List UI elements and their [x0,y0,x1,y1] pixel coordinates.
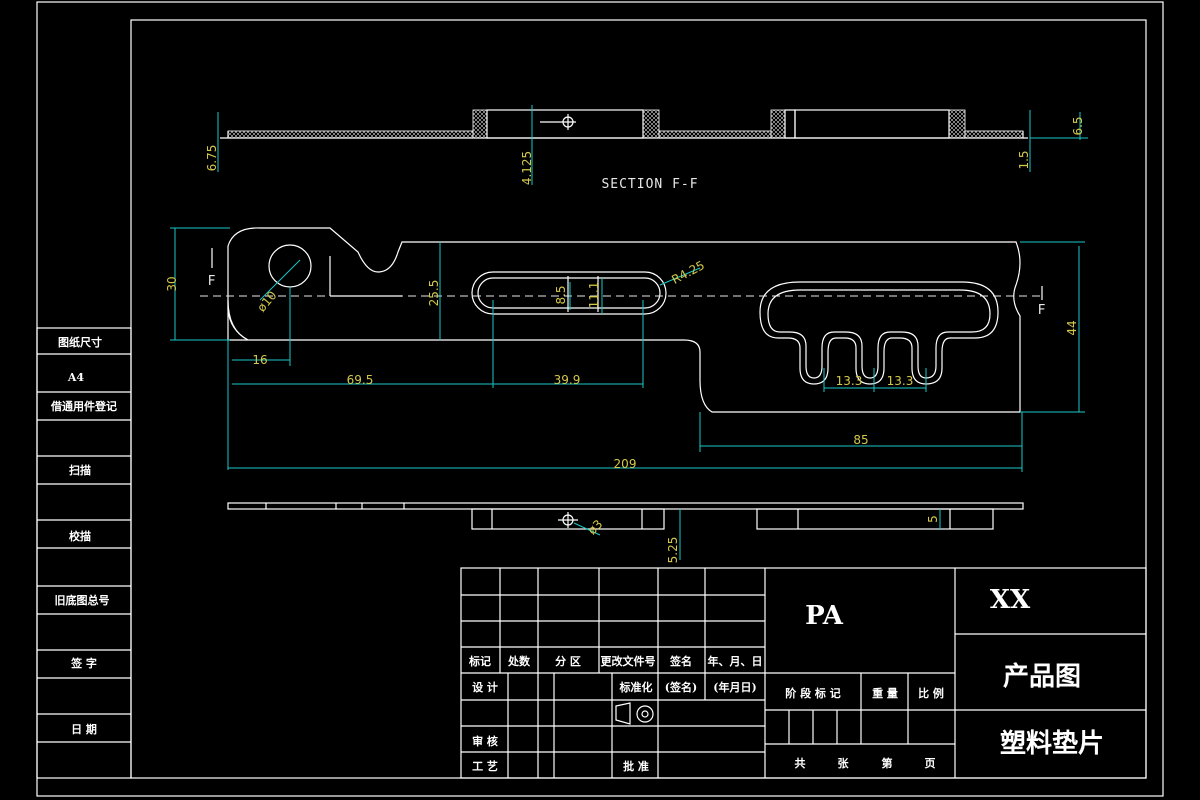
tb-review: 审 核 [472,734,498,748]
tb-header-count: 处数 [507,654,531,668]
side-cell-a4: A4 [67,371,85,384]
bottom-view [227,502,1024,560]
side-cell-date: 日 期 [71,722,97,736]
dim-height-25-5: 25.5 [427,280,441,307]
dim-thickness-6-75: 6.75 [205,145,219,172]
tb-number: 第 [882,756,893,770]
projection-symbol [615,702,654,725]
dim-slot-8-5: 8.5 [554,285,568,304]
dim-slot-11-1: 11.1 [587,282,601,309]
dim-radius-4-25: R4.25 [669,258,707,287]
tb-total: 共 [795,756,806,770]
side-cell-signature: 签 字 [70,656,97,670]
tb-company: XX [990,585,1031,615]
outer-frame [36,1,1164,797]
side-column: 图纸尺寸 A4 借通用件登记 扫描 校描 旧底图总号 签 字 日 期 [36,327,132,779]
dim-thickness-1-5: 1.5 [1017,150,1031,169]
tb-page: 页 [925,757,936,770]
tb-header-change-doc: 更改文件号 [601,654,656,668]
tb-header-zone: 分 区 [555,654,581,668]
tb-header-date: 年、月、日 [708,654,763,668]
section-view [220,109,1028,139]
section-label: SECTION F-F [601,177,698,192]
dim-height-5: 5 [926,515,940,523]
dim-height-5-25: 5.25 [666,537,680,564]
plan-dimension-lines [170,227,1085,472]
tb-stage-mark: 阶 段 标 记 [785,686,841,700]
dim-pitch-13-3-b: 13.3 [887,374,914,388]
dim-width-85: 85 [853,433,868,447]
tb-drawing-type: 产品图 [1003,662,1081,692]
dim-hole-16: 16 [252,353,267,367]
side-cell-trace: 校描 [69,529,91,543]
tb-date-placeholder: (年月日) [713,680,756,694]
tb-approve: 批 准 [623,759,649,773]
dim-hole-offset-4-125: 4.125 [520,151,534,185]
dim-69-5: 69.5 [347,373,374,387]
tb-sign-placeholder: (签名) [665,680,697,694]
cad-drawing: 图纸尺寸 A4 借通用件登记 扫描 校描 旧底图总号 签 字 日 期 6.75 … [36,1,1164,797]
dim-thickness-6-5: 6.5 [1071,116,1085,135]
tb-part-name: 塑料垫片 [1000,729,1104,759]
dim-39-9: 39.9 [554,373,581,387]
dim-pitch-13-3-a: 13.3 [836,374,863,388]
side-cell-paper-size: 图纸尺寸 [58,335,102,349]
tb-process: 工 艺 [472,759,498,773]
section-marker-right: F [1038,303,1047,318]
section-marker-left: F [208,274,217,289]
tb-sheets: 张 [838,756,850,770]
tb-header-mark: 标记 [468,654,491,668]
dim-diameter-10: ø10 [254,288,279,314]
dim-height-44: 44 [1065,320,1079,335]
side-cell-common-parts: 借通用件登记 [50,399,117,413]
tb-standardize: 标准化 [619,680,653,694]
tb-weight: 重 量 [872,686,898,700]
tb-material: PA [805,601,844,631]
dim-height-30: 30 [165,276,179,291]
side-cell-scan: 扫描 [69,463,91,477]
dim-total-209: 209 [614,457,637,471]
tb-header-sign: 签名 [669,654,692,668]
dim-diameter-3: ø3 [585,517,605,537]
side-cell-old-number: 旧底图总号 [55,593,110,607]
tb-scale: 比 例 [918,686,944,700]
tb-design: 设 计 [472,680,498,694]
